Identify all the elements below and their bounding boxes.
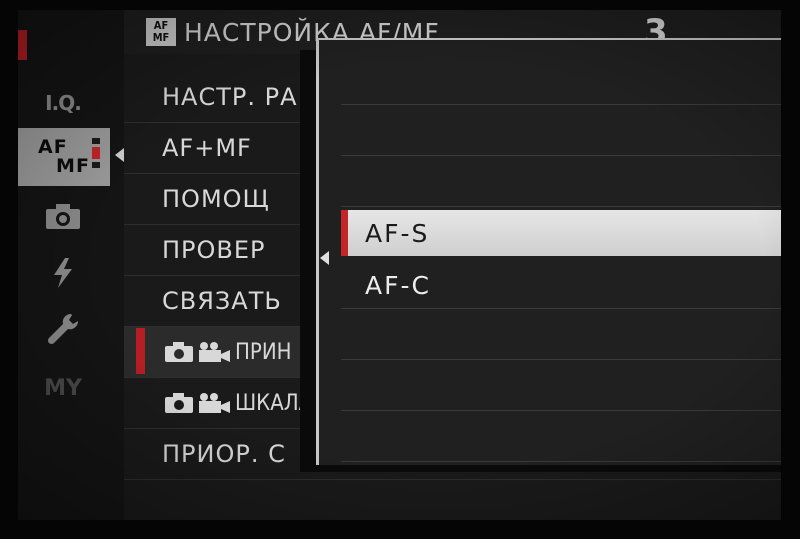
divider	[341, 155, 781, 156]
option-label: AF-S	[365, 218, 430, 248]
my-menu-icon: MY	[44, 375, 82, 401]
selection-red-bar	[136, 328, 145, 374]
sidebar-item-flash[interactable]	[18, 252, 108, 294]
afmf-line2: MF	[56, 155, 90, 177]
sidebar-selection-arrow-icon	[115, 148, 124, 162]
menu-item-label: ПРОВЕР	[162, 236, 266, 264]
sidebar-item-iq-label: I.Q.	[45, 91, 82, 115]
menu-item-label: НАСТР. РА	[162, 83, 298, 111]
focus-mode-popup: AF-S AF-C	[316, 38, 781, 465]
camera-icon	[165, 393, 193, 413]
wrench-icon	[47, 313, 79, 345]
sidebar-accent-bar	[18, 30, 27, 60]
page-position-indicator	[92, 138, 102, 171]
menu-item-label: ПРИОР. С	[162, 440, 286, 468]
menu-item-label: СВЯЗАТЬ	[162, 287, 282, 315]
menu-item-label: ПОМОЩ	[162, 185, 270, 213]
afmf-icon: AF MF	[38, 138, 90, 176]
sidebar-item-afmf[interactable]: AF MF	[18, 128, 110, 186]
option-label: AF-C	[365, 270, 431, 300]
camera-icon	[165, 342, 193, 362]
sidebar-item-setup[interactable]	[18, 308, 108, 350]
selection-red-bar	[341, 210, 348, 256]
divider	[341, 104, 781, 105]
divider	[341, 206, 781, 207]
menu-item-label: AF+MF	[162, 134, 252, 162]
divider	[341, 359, 781, 360]
movie-icon	[199, 393, 230, 413]
afmf-badge-line2: MF	[152, 31, 170, 44]
divider	[341, 308, 781, 309]
camera-menu-screen: I.Q. AF MF MY AF MF НАСТРОЙКА AF/MF 3 НА…	[18, 10, 781, 520]
option-af-c[interactable]: AF-C	[341, 262, 781, 308]
movie-icon	[199, 342, 230, 362]
sidebar-item-iq[interactable]: I.Q.	[18, 82, 108, 124]
menu-item-label: ПРИН	[235, 339, 292, 365]
afmf-badge-icon: AF MF	[146, 18, 176, 46]
popup-pointer-arrow-icon	[320, 251, 329, 265]
divider	[341, 410, 781, 411]
divider	[341, 461, 781, 462]
sidebar-item-my-menu[interactable]: MY	[18, 367, 108, 409]
flash-icon	[54, 258, 72, 288]
menu-category-sidebar: I.Q. AF MF MY	[18, 10, 124, 520]
option-af-s[interactable]: AF-S	[341, 210, 781, 256]
camera-icon	[46, 204, 80, 229]
sidebar-item-shooting[interactable]	[18, 195, 108, 237]
